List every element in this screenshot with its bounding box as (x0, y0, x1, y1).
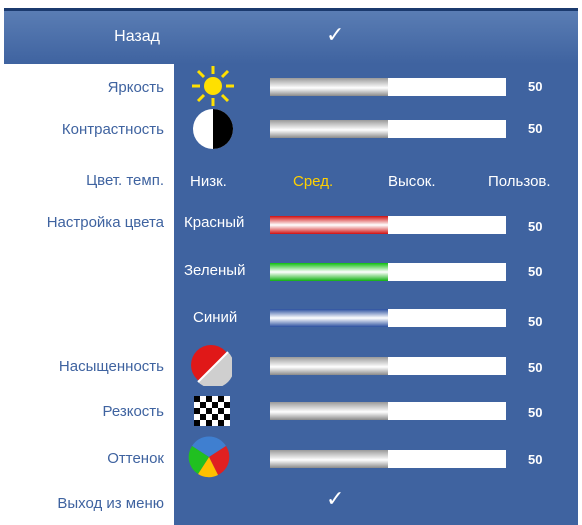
hue-label: Оттенок (107, 450, 164, 467)
brightness-slider-fill (270, 78, 388, 96)
saturation-value: 50 (528, 360, 543, 375)
exit-menu-label[interactable]: Выход из меню (57, 495, 164, 512)
contrast-slider-fill (270, 120, 388, 138)
back-button[interactable]: Назад (114, 28, 160, 46)
sharpness-slider-fill (270, 402, 388, 420)
blue-value: 50 (528, 314, 543, 329)
hue-slider-fill (270, 450, 388, 468)
saturation-slider-fill (270, 357, 388, 375)
green-value: 50 (528, 264, 543, 279)
hue-value: 50 (528, 452, 543, 467)
osd-menu: Назад ✓ Яркость 50 Контрастность 50 Цвет… (0, 0, 582, 525)
hue-slider[interactable] (270, 450, 506, 468)
header-bar (4, 8, 578, 64)
saturation-icon (191, 345, 232, 386)
contrast-icon (193, 109, 233, 149)
checkerboard-icon (194, 396, 230, 426)
exit-check-icon[interactable]: ✓ (326, 486, 344, 512)
saturation-label: Насыщенность (58, 358, 164, 375)
contrast-slider[interactable] (270, 120, 506, 138)
color-temp-option-low[interactable]: Низк. (190, 173, 227, 190)
blue-slider[interactable] (270, 309, 506, 327)
red-slider[interactable] (270, 216, 506, 234)
color-wheel-icon (188, 436, 230, 478)
contrast-value: 50 (528, 121, 543, 136)
color-temp-option-user[interactable]: Пользов. (488, 173, 551, 190)
color-temp-option-medium[interactable]: Сред. (293, 173, 333, 190)
color-temp-option-high[interactable]: Высок. (388, 173, 436, 190)
green-slider-fill (270, 263, 388, 281)
sharpness-slider[interactable] (270, 402, 506, 420)
color-setting-label: Настройка цвета (46, 214, 164, 231)
green-slider[interactable] (270, 263, 506, 281)
brightness-label: Яркость (107, 79, 164, 96)
green-label: Зеленый (184, 262, 246, 279)
blue-slider-fill (270, 309, 388, 327)
sun-icon (192, 66, 234, 106)
red-label: Красный (184, 214, 245, 231)
brightness-value: 50 (528, 79, 543, 94)
red-slider-fill (270, 216, 388, 234)
blue-label: Синий (193, 309, 238, 326)
back-check-icon[interactable]: ✓ (326, 22, 344, 48)
contrast-label: Контрастность (61, 121, 164, 138)
brightness-slider[interactable] (270, 78, 506, 96)
sharpness-value: 50 (528, 405, 543, 420)
saturation-slider[interactable] (270, 357, 506, 375)
color-temp-label: Цвет. темп. (86, 172, 164, 189)
sharpness-label: Резкость (102, 403, 165, 420)
red-value: 50 (528, 219, 543, 234)
